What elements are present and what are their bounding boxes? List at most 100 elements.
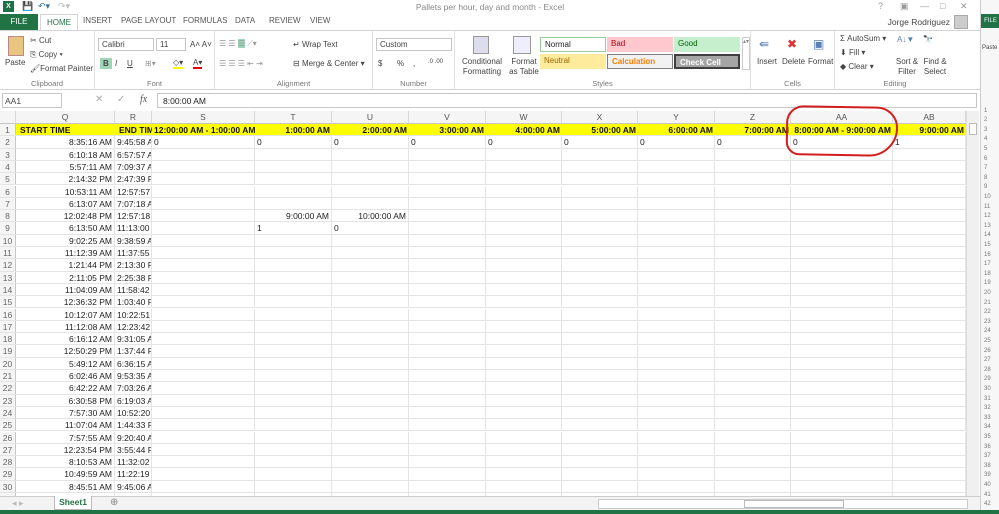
row-number[interactable]: 22 (0, 382, 16, 394)
cell-u6[interactable] (332, 185, 409, 197)
cell-y23[interactable] (638, 394, 715, 406)
cell-aa16[interactable] (791, 308, 893, 320)
cell-v28[interactable] (409, 456, 486, 468)
row-number[interactable]: 18 (0, 333, 16, 345)
cell-w4[interactable] (486, 160, 562, 173)
cell-y13[interactable] (638, 271, 715, 283)
cell-u8[interactable]: 10:00:00 AM (332, 210, 409, 222)
cell-t12[interactable] (255, 259, 332, 271)
row-number[interactable]: 25 (0, 419, 16, 431)
cell-u30[interactable] (332, 480, 409, 492)
minimize-button[interactable]: — (920, 1, 929, 11)
cell-t24[interactable] (255, 406, 332, 419)
cell-v12[interactable] (409, 259, 486, 271)
cell-w12[interactable] (486, 259, 562, 271)
cell-y17[interactable] (638, 320, 715, 333)
new-sheet-button[interactable]: ⊕ (110, 497, 118, 508)
cell-v18[interactable] (409, 333, 486, 345)
cell-ab5[interactable] (893, 173, 966, 185)
cell-t15[interactable] (255, 296, 332, 308)
cell-v15[interactable] (409, 296, 486, 308)
row-number[interactable]: 15 (0, 296, 16, 308)
cell-v20[interactable] (409, 357, 486, 369)
cell-t5[interactable] (255, 173, 332, 185)
cell-z16[interactable] (715, 308, 791, 320)
cell-r18[interactable]: 9:31:05 AM (115, 333, 152, 345)
row-number[interactable]: 29 (0, 468, 16, 480)
cell-w3[interactable] (486, 148, 562, 160)
cell-aa8[interactable] (791, 210, 893, 222)
cell-y19[interactable] (638, 345, 715, 357)
cell-x19[interactable] (562, 345, 638, 357)
cell-y20[interactable] (638, 357, 715, 369)
cell-r27[interactable]: 3:55:44 PM (115, 443, 152, 456)
name-box[interactable]: AA1 (2, 93, 62, 108)
cell-t13[interactable] (255, 271, 332, 283)
cell-r20[interactable]: 6:36:15 AM (115, 357, 152, 369)
cell-s24[interactable] (152, 406, 255, 419)
paste-button[interactable]: Paste (5, 58, 25, 67)
cell-y1[interactable]: 6:00:00 AM (638, 124, 715, 136)
ribbon-display-button[interactable]: ▣ (900, 1, 909, 12)
cell-w17[interactable] (486, 320, 562, 333)
cell-w16[interactable] (486, 308, 562, 320)
cell-s25[interactable] (152, 419, 255, 431)
cell-s15[interactable] (152, 296, 255, 308)
row-number[interactable]: 6 (0, 185, 16, 197)
cell-t29[interactable] (255, 468, 332, 480)
cell-z7[interactable] (715, 197, 791, 210)
decimal-icons[interactable]: .0 .00 (428, 59, 443, 65)
cell-w26[interactable] (486, 431, 562, 443)
cell-y9[interactable] (638, 222, 715, 234)
cell-t17[interactable] (255, 320, 332, 333)
cell-s16[interactable] (152, 308, 255, 320)
horizontal-scroll-thumb[interactable] (744, 500, 844, 508)
cell-ab22[interactable] (893, 382, 966, 394)
italic-button[interactable]: I (115, 59, 117, 68)
cell-s18[interactable] (152, 333, 255, 345)
cell-v7[interactable] (409, 197, 486, 210)
cell-w25[interactable] (486, 419, 562, 431)
cell-v13[interactable] (409, 271, 486, 283)
cell-w14[interactable] (486, 283, 562, 296)
cell-s2[interactable]: 0 (152, 136, 255, 148)
cell-z11[interactable] (715, 247, 791, 259)
tab-page-layout[interactable]: PAGE LAYOUT (121, 16, 176, 25)
style-normal[interactable]: Normal (540, 37, 606, 52)
restore-button[interactable]: □ (940, 1, 945, 11)
cell-q26[interactable]: 7:57:55 AM (16, 431, 115, 443)
cell-r23[interactable]: 6:19:03 AM (115, 394, 152, 406)
cancel-icon[interactable]: ✕ (95, 94, 103, 105)
cell-q10[interactable]: 9:02:25 AM (16, 234, 115, 246)
cell-y30[interactable] (638, 480, 715, 492)
cell-ab7[interactable] (893, 197, 966, 210)
cell-t22[interactable] (255, 382, 332, 394)
tab-file[interactable]: FILE (0, 14, 38, 30)
cell-q19[interactable]: 12:50:29 PM (16, 345, 115, 357)
currency-button[interactable]: $ (378, 59, 382, 68)
cell-r21[interactable]: 9:53:35 AM (115, 370, 152, 382)
cell-aa15[interactable] (791, 296, 893, 308)
cell-w2[interactable]: 0 (486, 136, 562, 148)
cell-u13[interactable] (332, 271, 409, 283)
cell-ab6[interactable] (893, 185, 966, 197)
percent-button[interactable]: % (397, 59, 404, 68)
cell-aa20[interactable] (791, 357, 893, 369)
cell-x12[interactable] (562, 259, 638, 271)
cell-s29[interactable] (152, 468, 255, 480)
cell-y12[interactable] (638, 259, 715, 271)
cell-v22[interactable] (409, 382, 486, 394)
cell-t30[interactable] (255, 480, 332, 492)
cell-z26[interactable] (715, 431, 791, 443)
cell-w10[interactable] (486, 234, 562, 246)
clear-button[interactable]: ◆ Clear ▾ (840, 62, 874, 71)
column-header-w[interactable]: W (486, 111, 562, 124)
cell-v10[interactable] (409, 234, 486, 246)
tab-view[interactable]: VIEW (310, 16, 330, 25)
cell-v14[interactable] (409, 283, 486, 296)
cell-ab10[interactable] (893, 234, 966, 246)
cell-r19[interactable]: 1:37:44 PM (115, 345, 152, 357)
row-number[interactable]: 5 (0, 173, 16, 185)
horizontal-align-icons[interactable]: ☰ ☰ ☰ ⇤ ⇥ (219, 59, 263, 68)
cell-t16[interactable] (255, 308, 332, 320)
